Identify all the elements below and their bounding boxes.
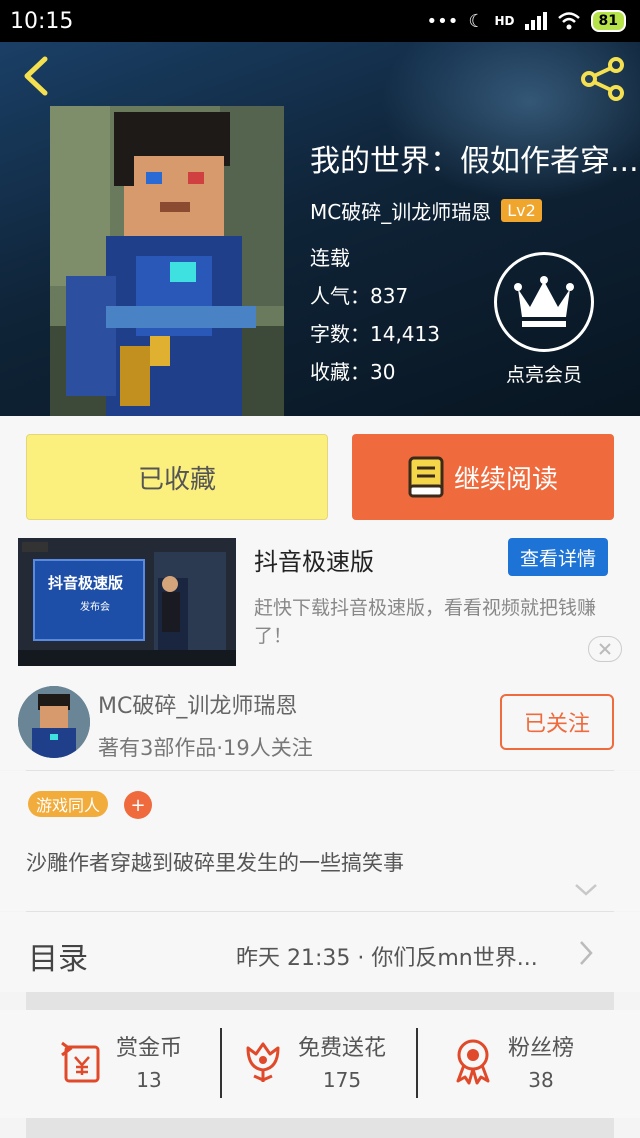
- signal-icon: [524, 12, 547, 30]
- ad-thumbnail-text: 抖音极速版: [48, 574, 124, 592]
- book-header: 我的世界：假如作者穿... MC破碎_训龙师瑞恩 Lv2 连载 人气：837 字…: [0, 42, 640, 416]
- stat-divider: [220, 1028, 222, 1098]
- ad-thumbnail-subtext: 发布会: [80, 602, 110, 613]
- section-separator: [26, 1118, 614, 1138]
- status-time: 10:15: [10, 8, 74, 34]
- popularity-stat: 人气：837: [310, 284, 409, 308]
- author-card-name[interactable]: MC破碎_训龙师瑞恩: [98, 688, 297, 720]
- fan-ranking-value: 38: [528, 1068, 554, 1092]
- author-card-meta: 著有3部作品·19人关注: [98, 736, 313, 760]
- action-bar: 已收藏 继续阅读: [0, 416, 640, 534]
- back-button[interactable]: [14, 54, 58, 98]
- ad-thumbnail[interactable]: 抖音极速版 发布会: [18, 538, 236, 666]
- fan-ranking-item[interactable]: 粉丝榜 38: [452, 1030, 574, 1092]
- avatar-image: [18, 686, 90, 758]
- free-flowers-value: 175: [322, 1068, 362, 1092]
- chevron-down-icon[interactable]: [574, 883, 598, 897]
- avatar[interactable]: [18, 686, 90, 758]
- tags-intro-section: 游戏同人 + 沙雕作者穿越到破碎里发生的一些搞笑事: [0, 771, 640, 911]
- collected-button[interactable]: 已收藏: [26, 434, 328, 520]
- free-flowers-text: 免费送花 175: [298, 1030, 386, 1092]
- word-count-stat: 字数：14,413: [310, 322, 440, 346]
- free-flowers-item[interactable]: 免费送花 175: [242, 1030, 386, 1092]
- status-bar: 10:15 ••• ☾ HD 81: [0, 0, 640, 42]
- vip-circle: [494, 252, 594, 352]
- ad-details-button[interactable]: 查看详情: [508, 538, 608, 576]
- medal-icon: [456, 1039, 490, 1085]
- book-cover[interactable]: [50, 106, 284, 416]
- share-icon: [581, 57, 624, 101]
- share-button[interactable]: [578, 54, 628, 104]
- close-icon: [599, 643, 611, 655]
- favorites-stat: 收藏：30: [310, 360, 396, 384]
- serial-status: 连载: [310, 246, 350, 270]
- reward-coins-text: 赏金币 13: [116, 1030, 182, 1092]
- vip-label: 点亮会员: [505, 364, 582, 386]
- author-line[interactable]: MC破碎_训龙师瑞恩 Lv2: [310, 196, 542, 225]
- book-icon: [408, 456, 444, 498]
- ad-title: 抖音极速版: [254, 548, 374, 576]
- catalog-title: 目录: [28, 942, 88, 977]
- section-separator: [26, 992, 614, 1010]
- level-badge: Lv2: [501, 199, 542, 222]
- latest-chapter: 昨天 21:35 · 你们反mn世界...: [236, 946, 538, 971]
- moon-icon: ☾: [468, 10, 485, 32]
- ad-close-button[interactable]: [588, 636, 622, 662]
- vip-button[interactable]: 点亮会员: [492, 252, 596, 387]
- tag-item[interactable]: 游戏同人: [28, 791, 109, 817]
- add-tag-button[interactable]: +: [124, 791, 152, 819]
- free-flowers-label: 免费送花: [298, 1036, 387, 1061]
- reward-coins-item[interactable]: 赏金币 13: [58, 1030, 182, 1092]
- cover-image: [50, 106, 284, 416]
- ad-description: 赶快下载抖音极速版，看看视频就把钱赚了！: [254, 597, 597, 647]
- book-intro[interactable]: 沙雕作者穿越到破碎里发生的一些搞笑事: [26, 847, 404, 877]
- author-card[interactable]: MC破碎_训龙师瑞恩 著有3部作品·19人关注 已关注: [0, 674, 640, 770]
- reward-coins-value: 13: [136, 1068, 162, 1092]
- book-title: 我的世界：假如作者穿...: [310, 144, 639, 179]
- catalog-row[interactable]: 目录 昨天 21:35 · 你们反mn世界...: [0, 912, 640, 992]
- continue-reading-label: 继续阅读: [453, 464, 558, 495]
- chevron-left-icon: [24, 56, 48, 96]
- ad-thumbnail-image: [18, 538, 236, 666]
- stat-divider: [416, 1028, 418, 1098]
- fan-ranking-label: 粉丝榜: [508, 1036, 575, 1061]
- ad-banner[interactable]: 抖音极速版 发布会 抖音极速版 查看详情 赶快下载抖音极速版，看看视频就把钱赚了…: [0, 534, 640, 674]
- crown-icon: [514, 276, 574, 327]
- fan-ranking-text: 粉丝榜 38: [508, 1030, 574, 1092]
- author-name[interactable]: MC破碎_训龙师瑞恩: [310, 196, 491, 225]
- reward-coins-label: 赏金币: [116, 1036, 183, 1061]
- continue-reading-button[interactable]: 继续阅读: [352, 434, 614, 520]
- gift-money-icon: [61, 1041, 100, 1083]
- network-label: HD: [494, 14, 515, 28]
- stats-bar: 赏金币 13 免费送花 175 粉丝榜 38: [0, 1010, 640, 1118]
- chevron-right-icon: [580, 941, 593, 965]
- battery-indicator: 81: [590, 10, 626, 32]
- more-dots-icon: •••: [426, 10, 459, 32]
- follow-button[interactable]: 已关注: [500, 694, 614, 750]
- status-icons: ••• ☾ HD 81: [426, 10, 626, 32]
- flower-icon: [246, 1042, 280, 1082]
- wifi-icon: [557, 12, 580, 30]
